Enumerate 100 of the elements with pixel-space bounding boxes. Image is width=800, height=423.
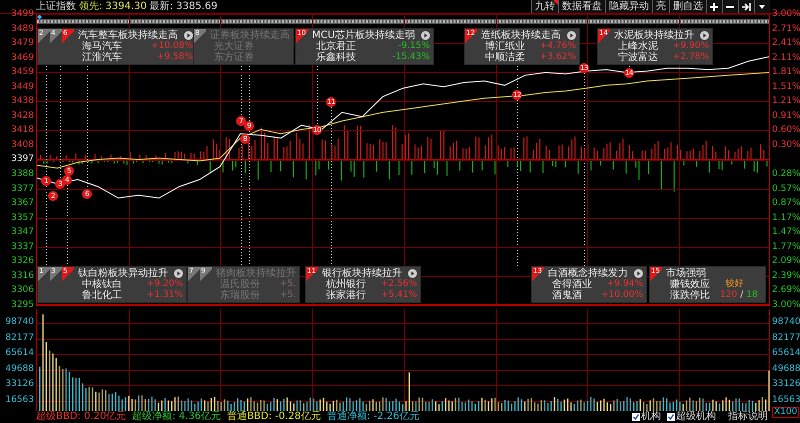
stock-name: 东方证券 (214, 52, 254, 63)
stock-name: 北京君正 (316, 41, 356, 52)
volume-axis-label: 98740 (772, 317, 798, 327)
play-icon[interactable] (567, 31, 576, 40)
play-icon[interactable] (184, 31, 193, 40)
volume-axis-label: 82177 (4, 332, 34, 342)
toolbar-button[interactable]: 数据看盘 (558, 0, 605, 13)
percent-axis-label: 1.51% (772, 82, 798, 92)
change-value: +5.41% (380, 290, 417, 301)
price-axis-label: 3316 (10, 270, 34, 281)
price-axis-label: 3326 (10, 256, 34, 266)
lead-label: 领先: (79, 0, 102, 12)
card-title: 证券板块持续走高 (210, 30, 290, 41)
stock-name: 舍得酒业 (552, 279, 592, 290)
price-axis-label: 3469 (10, 52, 34, 63)
percent-axis-label: 2.71% (772, 24, 798, 34)
percent-axis-label: 1.81% (772, 67, 798, 78)
price-axis-label: 3306 (10, 285, 34, 296)
card-title: MCU芯片板块持续走弱 (312, 30, 415, 41)
stock-name: 涨跌停比 (670, 290, 710, 301)
change-value: +10.00% (601, 290, 643, 301)
percent-axis-label: 2.09% (772, 256, 798, 266)
checkbox[interactable] (632, 413, 640, 421)
price-axis-label: 3449 (10, 82, 34, 92)
change-value: +10.08% (151, 41, 193, 52)
volume-axis-label: 33126 (772, 379, 798, 389)
percent-axis-label: 0.57% (772, 184, 798, 194)
lead-value: 3394.30 (105, 0, 147, 12)
change-value: -15.43% (392, 52, 430, 63)
plus-button[interactable] (706, 0, 722, 13)
play-icon[interactable] (174, 269, 183, 278)
ratio-value: 120 (720, 290, 738, 301)
ratio-value: 18 (746, 290, 758, 301)
volume-axis-label: 49688 (4, 364, 34, 374)
price-axis-label: 3388 (10, 169, 34, 180)
checkbox-label: 机构 (641, 411, 661, 423)
percent-axis-label: 1.21% (772, 96, 798, 106)
legend-text: 普通BBD: -0.28亿元 (227, 411, 321, 423)
toolbar-button[interactable]: 隐藏异动 (605, 0, 652, 13)
percent-axis-label: 0.28% (772, 169, 798, 180)
change-value: 较好 (726, 279, 745, 290)
toolbar-button[interactable]: 亮 (652, 0, 669, 13)
stock-name: 张家港行 (326, 290, 366, 301)
stock-name: 中顺洁柔 (485, 52, 525, 63)
percent-axis-label: 2.11% (772, 52, 798, 63)
time-scrubber-strip[interactable] (37, 19, 769, 24)
percent-axis-label: 0.87% (772, 198, 798, 208)
toolbar-button[interactable]: 九转 (531, 0, 558, 13)
card-title: 银行板块持续拉升 (322, 268, 402, 279)
change-value: +9.58% (156, 52, 193, 63)
change-value: -9.15% (398, 41, 430, 52)
price-axis-label: 3479 (10, 38, 34, 48)
card-title: 钛白粉板块异动拉升 (78, 268, 168, 279)
percent-axis-label: 2.39% (772, 270, 798, 281)
stock-name: 光大证券 (214, 41, 254, 52)
card-title: 白酒概念持续发力 (548, 268, 628, 279)
stock-name: 东瑞股份 (220, 290, 260, 301)
price-axis-label: 3459 (10, 67, 34, 78)
change-value: +9.90% (672, 41, 709, 52)
latest-value: 3385.69 (176, 0, 218, 12)
toolbar-button[interactable]: 删自选 (669, 0, 706, 13)
stock-name: 中核钛白 (82, 279, 122, 290)
change-value: +2.78% (672, 52, 709, 63)
volume-axis-label: 16563 (772, 394, 798, 404)
percent-axis-label: 3.00% (772, 9, 798, 19)
volume-unit-label: X100 (772, 407, 800, 418)
latest-label: 最新: (150, 0, 174, 12)
percent-axis-label: 1.17% (772, 212, 798, 223)
arrow-to-bar-button[interactable] (738, 0, 754, 13)
price-axis-label: 3337 (10, 242, 34, 252)
price-axis-label: 3397 (10, 154, 34, 164)
price-axis-label: 3428 (10, 110, 34, 121)
price-axis-label: 3367 (10, 198, 34, 208)
change-value: +2.56% (380, 279, 417, 290)
stock-name: 乐鑫科技 (316, 52, 356, 63)
card-title: 市场强弱 (666, 268, 706, 279)
percent-axis-label: 2.69% (772, 285, 798, 296)
stock-name: 上峰水泥 (618, 41, 658, 52)
card-title: 猪肉板块持续拉升 (216, 268, 296, 279)
play-icon[interactable] (634, 269, 643, 278)
minus-button[interactable] (722, 0, 738, 13)
play-icon[interactable] (408, 269, 417, 278)
checkbox[interactable] (667, 413, 675, 421)
price-axis-label: 3347 (10, 227, 34, 238)
play-icon[interactable] (700, 31, 709, 40)
volume-axis-label: 16563 (4, 394, 34, 404)
help-link[interactable]: 指标说明 (728, 411, 768, 423)
stock-name: 海马汽车 (82, 41, 122, 52)
play-icon[interactable] (420, 31, 430, 40)
change-value: +5. (280, 290, 296, 301)
legend-text: 普通净额: -2.26亿元 (326, 411, 420, 423)
card-title: 造纸板块持续走高 (481, 30, 561, 41)
change-value: +5. (280, 279, 296, 290)
price-axis-label: 3377 (10, 184, 34, 194)
caret-down-button[interactable] (754, 0, 770, 13)
checkbox-label: 超级机构 (676, 411, 716, 423)
stock-name: 宁波富达 (618, 52, 658, 63)
stock-name: 赚钱效应 (670, 279, 710, 290)
percent-axis-label: 1.77% (772, 242, 798, 252)
stock-name: 温氏股份 (220, 279, 260, 290)
